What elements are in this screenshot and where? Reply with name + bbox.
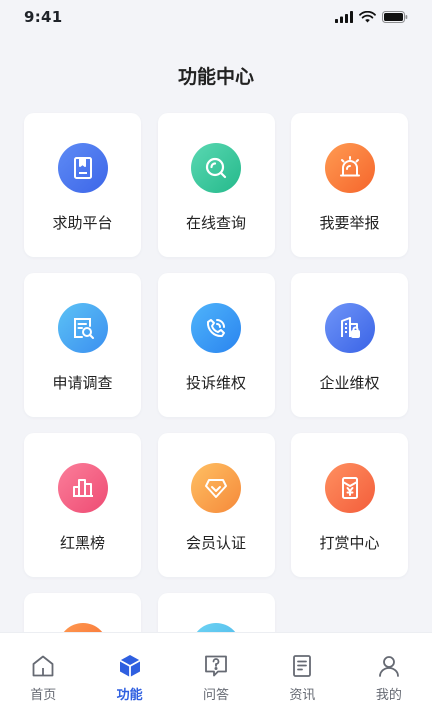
search-icon <box>191 143 241 193</box>
phone-complaint-icon <box>191 303 241 353</box>
feature-member-certification[interactable]: 会员认证 <box>157 433 275 577</box>
feature-card-partial[interactable] <box>24 593 141 632</box>
red-envelope-yuan-icon <box>324 463 375 513</box>
alarm-light-icon <box>324 143 375 193</box>
bookmark-book-icon <box>57 143 108 193</box>
news-document-icon <box>293 655 312 677</box>
home-icon <box>32 655 54 677</box>
tab-profile[interactable]: 我的 <box>346 633 432 720</box>
diamond-badge-icon <box>191 463 241 513</box>
feature-card-partial[interactable] <box>157 593 275 632</box>
user-icon <box>378 656 399 677</box>
document-search-icon <box>57 303 108 353</box>
feature-complaint[interactable]: 投诉维权 <box>157 273 275 417</box>
feature-label: 求助平台 <box>52 214 113 232</box>
feature-online-query[interactable]: 在线查询 <box>157 113 275 257</box>
feature-label: 我要举报 <box>319 214 380 232</box>
feature-grid: 求助平台 在线查询 我要举报 申请调查 投诉维权 企业维权 红黑榜 会员认证 打… <box>0 0 432 632</box>
feature-label: 在线查询 <box>185 214 246 232</box>
feature-help-platform[interactable]: 求助平台 <box>24 113 141 257</box>
feature-red-black-list[interactable]: 红黑榜 <box>24 433 141 577</box>
feature-enterprise-rights[interactable]: 企业维权 <box>291 273 408 417</box>
feature-icon <box>191 623 241 632</box>
cube-icon <box>119 655 141 677</box>
question-bubble-icon <box>205 655 227 677</box>
feature-label: 投诉维权 <box>185 374 246 392</box>
tab-qa[interactable]: 问答 <box>173 633 259 720</box>
ranking-chart-icon <box>57 463 108 513</box>
feature-icon <box>57 623 108 632</box>
tab-features[interactable]: 功能 <box>86 633 172 720</box>
feature-report[interactable]: 我要举报 <box>291 113 408 257</box>
feature-label: 企业维权 <box>319 374 380 392</box>
building-lock-icon <box>324 303 375 353</box>
tab-home[interactable]: 首页 <box>0 633 86 720</box>
tab-label: 资讯 <box>289 688 316 703</box>
feature-reward-center[interactable]: 打赏中心 <box>291 433 408 577</box>
bottom-tab-bar: 首页 功能 问答 资讯 我的 <box>0 632 432 720</box>
tab-label: 问答 <box>203 688 230 703</box>
feature-label: 红黑榜 <box>59 534 105 552</box>
feature-label: 申请调查 <box>52 374 113 392</box>
feature-apply-investigation[interactable]: 申请调查 <box>24 273 141 417</box>
tab-label: 功能 <box>116 688 143 703</box>
feature-label: 打赏中心 <box>319 534 380 552</box>
feature-label: 会员认证 <box>185 534 246 552</box>
tab-news[interactable]: 资讯 <box>259 633 345 720</box>
tab-label: 我的 <box>375 688 402 703</box>
tab-label: 首页 <box>30 688 57 703</box>
